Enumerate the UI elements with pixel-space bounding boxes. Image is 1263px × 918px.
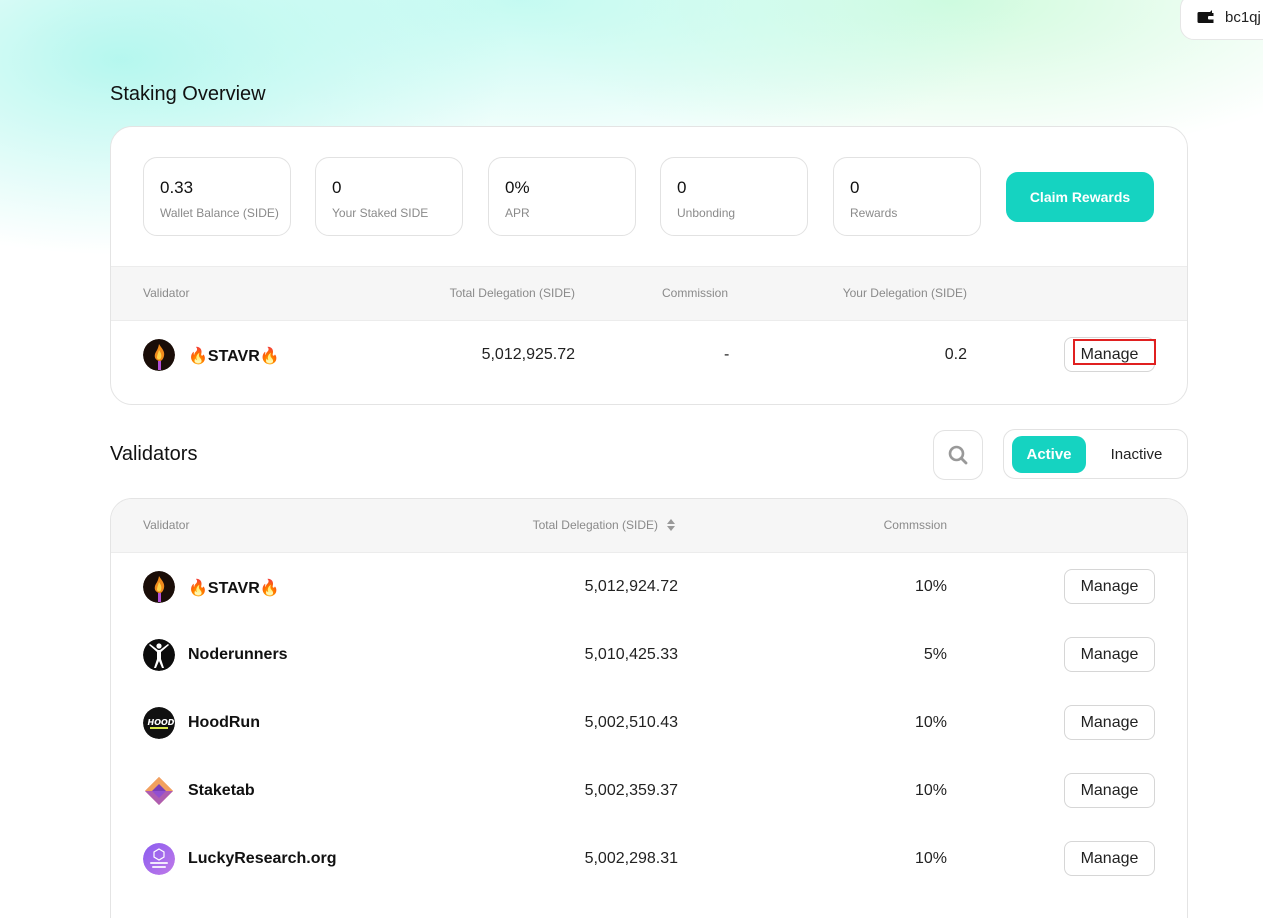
- status-toggle: Active Inactive: [1003, 429, 1188, 479]
- col-commission: Commission: [662, 286, 729, 300]
- manage-button[interactable]: Manage: [1064, 705, 1155, 740]
- table-row: LuckyResearch.org 5,002,298.31 10% Manag…: [111, 825, 1187, 893]
- wallet-icon: [1197, 10, 1214, 23]
- table-row: Noderunners 5,010,425.33 5% Manage: [111, 621, 1187, 689]
- search-button[interactable]: [933, 430, 983, 480]
- manage-button[interactable]: Manage: [1064, 773, 1155, 808]
- manage-button[interactable]: Manage: [1064, 637, 1155, 672]
- sort-icon[interactable]: [666, 518, 676, 532]
- claim-rewards-button[interactable]: Claim Rewards: [1006, 172, 1154, 222]
- table-row: HOOD HoodRun 5,002,510.43 10% Manage: [111, 689, 1187, 757]
- stat-value: 0: [677, 178, 687, 197]
- total-delegation-value: 5,010,425.33: [584, 646, 678, 663]
- col-total-delegation: Total Delegation (SIDE): [449, 286, 575, 300]
- tab-active[interactable]: Active: [1012, 436, 1086, 473]
- total-delegation-value: 5,002,510.43: [584, 714, 678, 731]
- commission-value: 5%: [923, 646, 947, 663]
- stat-value: 0.33: [160, 178, 194, 197]
- validator-name: 🔥STAVR🔥: [188, 348, 280, 365]
- stat-label: Rewards: [850, 206, 898, 220]
- stat-label: Unbonding: [677, 206, 736, 220]
- staketab-avatar: [143, 775, 175, 807]
- svg-text:HOOD: HOOD: [148, 718, 175, 727]
- tab-inactive[interactable]: Inactive: [1094, 436, 1179, 473]
- stat-label: Wallet Balance (SIDE): [160, 206, 279, 220]
- table-row: 🔥STAVR🔥 5,012,925.72 - 0.2 Manage: [111, 321, 1187, 389]
- total-delegation-value: 5,002,359.37: [584, 782, 678, 799]
- validator-name: Staketab: [188, 782, 255, 799]
- manage-button[interactable]: Manage: [1064, 841, 1155, 876]
- col-validator: Validator: [143, 286, 190, 300]
- validators-table-card: Validator Total Delegation (SIDE) Commss…: [110, 498, 1188, 918]
- table-row: Staketab 5,002,359.37 10% Manage: [111, 757, 1187, 825]
- manage-button[interactable]: Manage: [1064, 337, 1155, 372]
- validator-name: HoodRun: [188, 714, 260, 731]
- total-delegation-value: 5,012,925.72: [481, 346, 575, 363]
- col-total-delegation[interactable]: Total Delegation (SIDE): [533, 518, 658, 532]
- staking-overview-title: Staking Overview: [110, 83, 266, 105]
- col-commission: Commssion: [883, 518, 947, 532]
- noderunners-avatar: [143, 639, 175, 671]
- stat-label: APR: [505, 206, 530, 220]
- commission-value: 10%: [914, 578, 947, 595]
- stavr-fire-avatar: [143, 571, 175, 603]
- commission-value: 10%: [914, 850, 947, 867]
- stat-wallet-balance: 0.33 Wallet Balance (SIDE): [143, 157, 291, 236]
- stat-rewards: 0 Rewards: [833, 157, 981, 236]
- stavr-fire-avatar: [143, 339, 175, 371]
- hoodrun-avatar: HOOD: [143, 707, 175, 739]
- stat-value: 0%: [505, 178, 530, 197]
- stat-apr: 0% APR: [488, 157, 636, 236]
- total-delegation-value: 5,002,298.31: [584, 850, 678, 867]
- commission-value: 10%: [914, 782, 947, 799]
- col-validator: Validator: [143, 518, 190, 532]
- col-your-delegation: Your Delegation (SIDE): [842, 286, 967, 300]
- table-row: 🔥STAVR🔥 5,012,924.72 10% Manage: [111, 553, 1187, 621]
- luckyresearch-avatar: [143, 843, 175, 875]
- stat-value: 0: [850, 178, 860, 197]
- validator-name: LuckyResearch.org: [188, 850, 337, 867]
- commission-value: -: [724, 346, 730, 363]
- stat-label: Your Staked SIDE: [332, 206, 429, 220]
- validator-name: Noderunners: [188, 646, 288, 663]
- your-delegation-value: 0.2: [944, 346, 967, 363]
- stat-value: 0: [332, 178, 342, 197]
- overview-table-header: Validator Total Delegation (SIDE) Commis…: [111, 266, 1187, 321]
- wallet-address: bc1qj: [1225, 8, 1261, 26]
- stat-your-staked: 0 Your Staked SIDE: [315, 157, 463, 236]
- validators-title: Validators: [110, 443, 198, 465]
- validators-table-header: Validator Total Delegation (SIDE) Commss…: [111, 499, 1187, 553]
- total-delegation-value: 5,012,924.72: [584, 578, 678, 595]
- wallet-button[interactable]: bc1qj: [1180, 0, 1263, 40]
- staking-overview-card: 0.33 Wallet Balance (SIDE) 0 Your Staked…: [110, 126, 1188, 405]
- stat-unbonding: 0 Unbonding: [660, 157, 808, 236]
- commission-value: 10%: [914, 714, 947, 731]
- validator-name: 🔥STAVR🔥: [188, 580, 280, 597]
- search-icon: [948, 445, 968, 465]
- col-total-delegation-label: Total Delegation (SIDE): [532, 518, 658, 532]
- manage-button[interactable]: Manage: [1064, 569, 1155, 604]
